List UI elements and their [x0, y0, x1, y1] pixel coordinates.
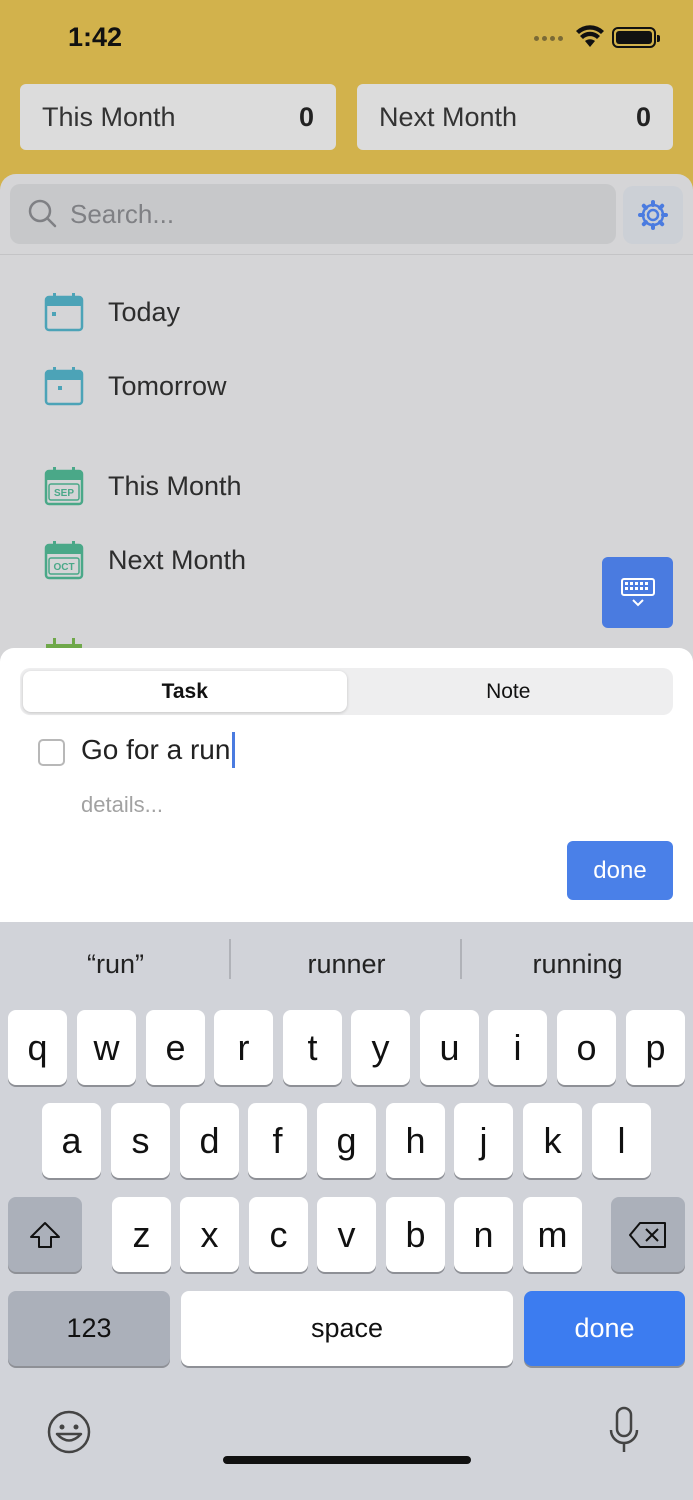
status-time: 1:42	[68, 22, 123, 52]
key-s[interactable]: s	[111, 1103, 170, 1178]
search-bar[interactable]	[10, 184, 616, 244]
space-key[interactable]: space	[181, 1291, 513, 1366]
key-a[interactable]: a	[42, 1103, 101, 1178]
counter-label: This Month	[42, 101, 176, 132]
list-item-today[interactable]: Today	[44, 292, 180, 332]
text-cursor	[232, 732, 236, 768]
calendar-month-icon: SEP	[44, 467, 84, 506]
key-g[interactable]: g	[317, 1103, 376, 1178]
key-t[interactable]: t	[283, 1010, 342, 1085]
key-p[interactable]: p	[626, 1010, 685, 1085]
key-o[interactable]: o	[557, 1010, 616, 1085]
key-c[interactable]: c	[249, 1197, 308, 1272]
task-checkbox[interactable]	[38, 739, 65, 766]
tab-note[interactable]: Note	[347, 671, 671, 712]
key-x[interactable]: x	[180, 1197, 239, 1272]
keyboard-hide-icon	[620, 577, 655, 606]
search-input[interactable]	[70, 198, 590, 230]
header: 1:42 This Month 0 Next Month 0	[0, 0, 693, 200]
counter-value: 0	[298, 101, 314, 132]
calendar-tomorrow-icon	[44, 367, 84, 406]
suggestion-1[interactable]: “run”	[0, 922, 231, 1006]
key-e[interactable]: e	[146, 1010, 205, 1085]
counter-this-month[interactable]: This Month 0	[20, 84, 336, 150]
keyboard: “run” runner running q w e r t y u i o p…	[0, 922, 693, 1500]
tab-task[interactable]: Task	[23, 671, 347, 712]
type-segmented-control: Task Note	[20, 668, 673, 715]
battery-icon	[612, 27, 660, 48]
suggestion-3[interactable]: running	[462, 922, 693, 1006]
search-icon	[28, 199, 57, 228]
microphone-icon[interactable]	[607, 1406, 641, 1456]
key-k[interactable]: k	[523, 1103, 582, 1178]
key-h[interactable]: h	[386, 1103, 445, 1178]
key-z[interactable]: z	[112, 1197, 171, 1272]
month-badge: OCT	[53, 562, 74, 573]
counter-label: Next Month	[379, 101, 518, 132]
home-indicator	[223, 1456, 471, 1464]
list-item-label: Next Month	[108, 544, 247, 575]
list-item-label: Tomorrow	[108, 370, 227, 401]
numbers-key[interactable]: 123	[8, 1291, 170, 1366]
key-f[interactable]: f	[248, 1103, 307, 1178]
key-b[interactable]: b	[386, 1197, 445, 1272]
key-j[interactable]: j	[454, 1103, 513, 1178]
calendar-month-icon: OCT	[44, 541, 84, 580]
return-done-key[interactable]: done	[524, 1291, 685, 1366]
counter-value: 0	[635, 101, 651, 132]
main-panel: Today Tomorrow SEP This Month OCT Next M…	[0, 174, 693, 674]
backspace-key[interactable]	[611, 1197, 685, 1272]
counter-next-month[interactable]: Next Month 0	[357, 84, 673, 150]
list-item-tomorrow[interactable]: Tomorrow	[44, 366, 227, 406]
shift-icon	[30, 1221, 60, 1248]
key-r[interactable]: r	[214, 1010, 273, 1085]
emoji-icon[interactable]	[46, 1409, 92, 1455]
key-w[interactable]: w	[77, 1010, 136, 1085]
key-m[interactable]: m	[523, 1197, 582, 1272]
key-v[interactable]: v	[317, 1197, 376, 1272]
composer-sheet: Task Note Go for a run details... done	[0, 648, 693, 922]
list-item-label: This Month	[108, 470, 242, 501]
keyboard-toggle-button[interactable]	[602, 557, 673, 628]
key-i[interactable]: i	[488, 1010, 547, 1085]
month-badge: SEP	[54, 488, 74, 499]
backspace-icon	[629, 1221, 666, 1248]
shift-key[interactable]	[8, 1197, 82, 1272]
key-y[interactable]: y	[351, 1010, 410, 1085]
key-u[interactable]: u	[420, 1010, 479, 1085]
settings-button[interactable]	[623, 186, 683, 244]
status-bar: 1:42	[0, 0, 693, 70]
task-title-text: Go for a run	[81, 734, 231, 765]
key-d[interactable]: d	[180, 1103, 239, 1178]
details-field[interactable]: details...	[81, 792, 163, 818]
cellular-signal-icon	[534, 36, 563, 41]
list-item-this-month[interactable]: SEP This Month	[44, 466, 242, 506]
suggestion-2[interactable]: runner	[231, 922, 462, 1006]
divider	[0, 254, 693, 255]
key-l[interactable]: l	[592, 1103, 651, 1178]
key-n[interactable]: n	[454, 1197, 513, 1272]
list-item-label: Today	[108, 296, 181, 327]
wifi-icon	[576, 25, 604, 47]
list-item-next-month[interactable]: OCT Next Month	[44, 540, 246, 580]
calendar-today-icon	[44, 293, 84, 332]
key-q[interactable]: q	[8, 1010, 67, 1085]
gear-icon	[638, 200, 668, 230]
task-title-input[interactable]: Go for a run	[81, 732, 236, 768]
done-button[interactable]: done	[567, 841, 673, 900]
